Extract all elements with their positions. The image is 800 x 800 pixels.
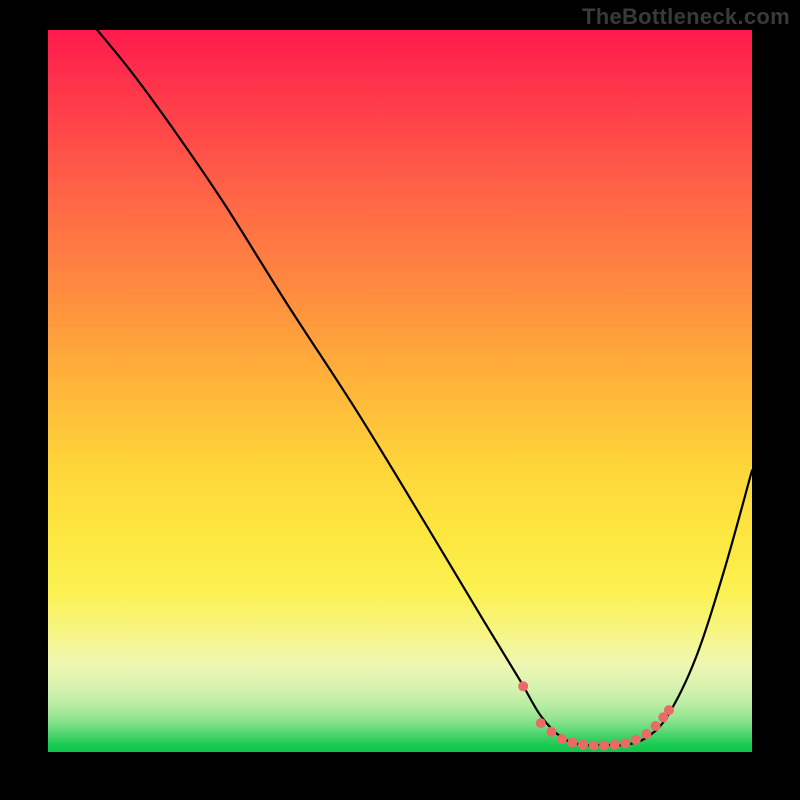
optimal-marker xyxy=(620,738,630,748)
watermark-text: TheBottleneck.com xyxy=(582,4,790,30)
optimal-marker xyxy=(664,705,674,715)
optimal-marker xyxy=(546,727,556,737)
curve-svg xyxy=(48,30,752,752)
chart-frame: TheBottleneck.com xyxy=(0,0,800,800)
optimal-marker xyxy=(589,741,599,751)
optimal-marker xyxy=(641,729,651,739)
optimal-marker xyxy=(599,741,609,751)
optimal-marker xyxy=(610,740,620,750)
optimal-marker xyxy=(578,740,588,750)
optimal-marker xyxy=(631,735,641,745)
optimal-marker xyxy=(567,738,577,748)
plot-area xyxy=(48,30,752,752)
plot-container xyxy=(48,30,752,752)
optimal-marker xyxy=(557,734,567,744)
optimal-marker xyxy=(651,721,661,731)
bottleneck-curve xyxy=(97,30,752,745)
optimal-marker xyxy=(518,681,528,691)
optimal-marker xyxy=(536,718,546,728)
